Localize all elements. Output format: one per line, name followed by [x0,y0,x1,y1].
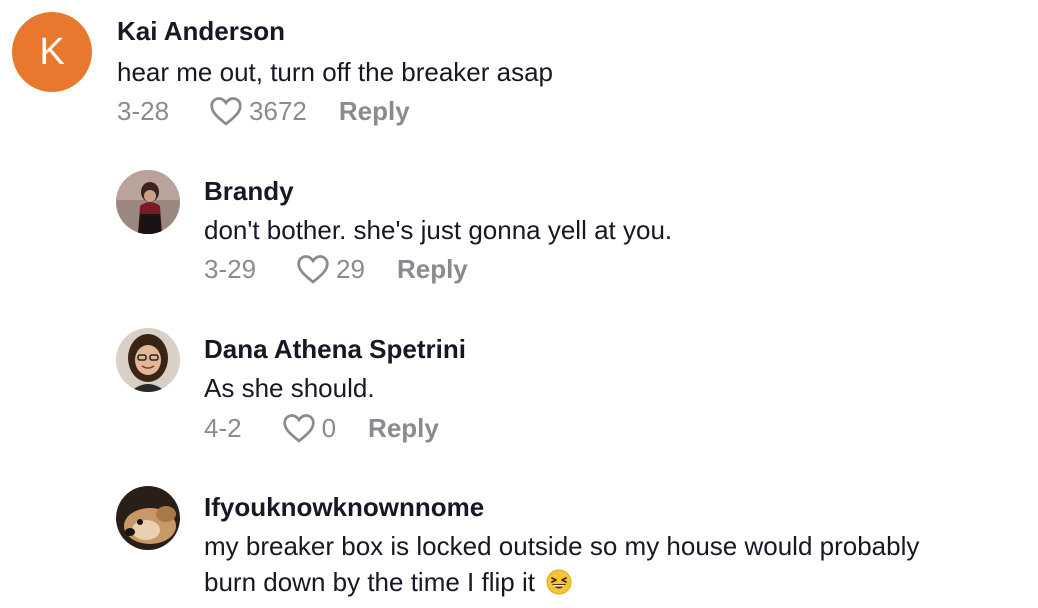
reply-button[interactable]: Reply [339,96,410,127]
reply-button[interactable]: Reply [397,254,468,285]
heart-icon [210,97,242,126]
avatar-photo [116,328,180,392]
comment-text: hear me out, turn off the breaker asap [117,57,554,87]
comment-username[interactable]: Dana Athena Spetrini [204,334,466,365]
comment-text: As she should. [204,373,375,403]
comment-date: 3-29 [204,253,257,284]
comment-meta: 4-2 0 Reply [204,411,439,445]
comment-kai-anderson: K Kai Anderson hear me out, turn off the… [0,0,1038,140]
avatar[interactable]: K [12,12,92,92]
avatar-photo [116,170,180,234]
comment-username[interactable]: Ifyouknowknownnome [204,492,484,523]
comment-username[interactable]: Kai Anderson [117,16,285,47]
comment-text-line-2: burn down by the time I flip it [204,564,572,600]
avatar[interactable] [116,486,180,550]
like-button[interactable]: 0 [282,413,368,444]
heart-icon [297,255,329,284]
comment-username[interactable]: Brandy [204,176,294,207]
avatar-photo [116,486,180,550]
avatar[interactable] [116,328,180,392]
comment-ifyouknowknownnome: Ifyouknowknownnome my breaker box is loc… [0,476,1038,608]
like-button[interactable]: 29 [296,254,397,285]
comment-meta: 3-28 3672 Reply [117,94,410,128]
reply-button[interactable]: Reply [368,413,439,444]
like-count: 29 [336,253,365,284]
grinning-squinting-face-icon [546,569,572,595]
comment-meta: 3-29 29 Reply [204,252,468,286]
comment-text-line-2-content: burn down by the time I flip it [204,567,535,597]
like-count: 0 [321,412,337,443]
comment-date: 4-2 [204,412,242,443]
comment-dana-athena-spetrini: Dana Athena Spetrini As she should. 4-2 … [0,318,1038,458]
like-count: 3672 [249,95,307,126]
comment-text: don't bother. she's just gonna yell at y… [204,215,673,245]
comment-brandy: Brandy don't bother. she's just gonna ye… [0,160,1038,300]
comment-text-line-1: my breaker box is locked outside so my h… [204,531,920,561]
heart-icon [282,414,315,443]
comment-thread: K Kai Anderson hear me out, turn off the… [0,0,1038,608]
like-button[interactable]: 3672 [209,96,339,127]
avatar[interactable] [116,170,180,234]
comment-date: 3-28 [117,95,170,126]
